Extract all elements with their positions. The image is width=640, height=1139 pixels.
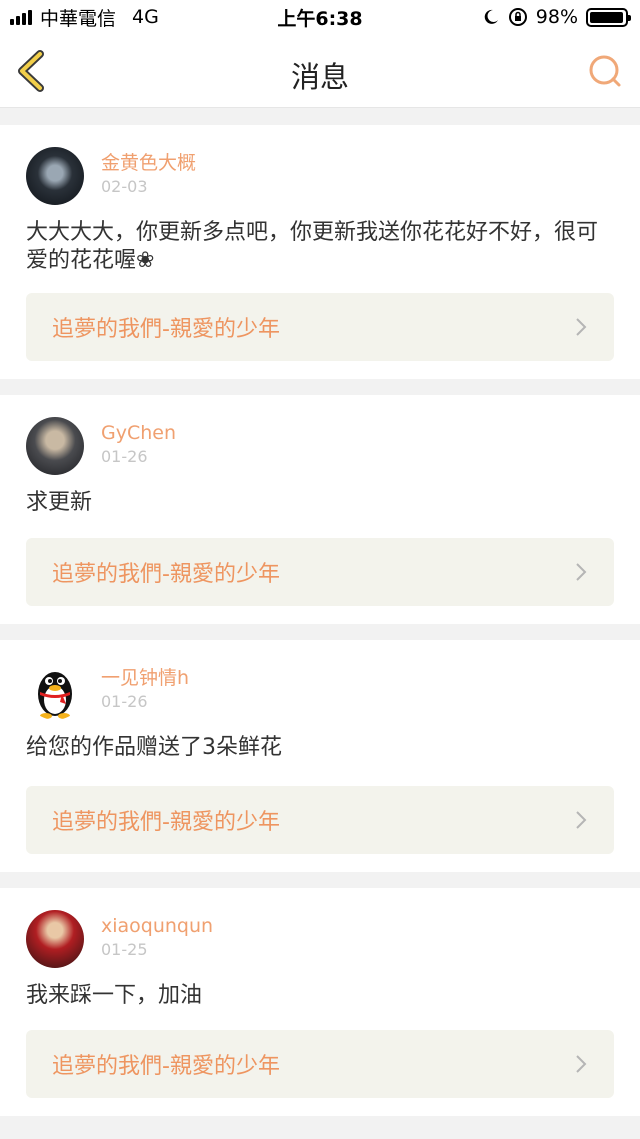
battery-percent: 98% xyxy=(535,6,578,28)
message-card: GyChen 01-26 求更新 追夢的我們-親愛的少年 xyxy=(0,395,640,624)
message-header: GyChen 01-26 xyxy=(26,417,614,475)
status-bar: 中華電信 4G 上午6:38 98% xyxy=(0,0,640,34)
network-label: 4G xyxy=(132,6,159,28)
signal-icon xyxy=(10,9,32,25)
search-icon xyxy=(589,55,621,87)
penguin-icon xyxy=(38,672,72,719)
avatar[interactable] xyxy=(26,662,84,720)
avatar[interactable] xyxy=(26,417,84,475)
battery-icon xyxy=(586,7,631,27)
avatar[interactable] xyxy=(26,910,84,968)
message-date: 01-26 xyxy=(101,692,148,711)
work-link[interactable]: 追夢的我們-親愛的少年 xyxy=(26,293,614,361)
message-text: 大大大大，你更新多点吧，你更新我送你花花好不好，很可爱的花花喔❀ xyxy=(26,220,599,273)
username[interactable]: 金黄色大概 xyxy=(101,151,196,175)
page-title: 消息 xyxy=(290,60,349,94)
avatar[interactable] xyxy=(26,147,84,205)
work-title: 追夢的我們-親愛的少年 xyxy=(52,1054,280,1079)
work-link[interactable]: 追夢的我們-親愛的少年 xyxy=(26,1030,614,1098)
work-link[interactable]: 追夢的我們-親愛的少年 xyxy=(26,538,614,606)
message-card: 一见钟情h 01-26 给您的作品赠送了3朵鲜花 追夢的我們-親愛的少年 xyxy=(0,640,640,872)
chevron-right-icon xyxy=(576,811,587,829)
moon-icon xyxy=(484,9,498,24)
chevron-right-icon xyxy=(576,1055,587,1073)
work-title: 追夢的我們-親愛的少年 xyxy=(52,317,280,342)
message-header: xiaoqunqun 01-25 xyxy=(26,910,614,968)
rotation-lock-icon xyxy=(508,8,527,26)
search-button[interactable] xyxy=(586,52,626,92)
message-text: 给您的作品赠送了3朵鲜花 xyxy=(26,735,282,760)
username[interactable]: GyChen xyxy=(101,421,176,445)
message-header: 金黄色大概 02-03 xyxy=(26,147,614,205)
message-header: 一见钟情h 01-26 xyxy=(26,662,614,720)
message-date: 01-25 xyxy=(101,940,148,959)
message-text: 我来踩一下，加油 xyxy=(26,983,203,1008)
username[interactable]: xiaoqunqun xyxy=(101,914,213,938)
username[interactable]: 一见钟情h xyxy=(101,666,189,690)
message-date: 01-26 xyxy=(101,447,148,466)
message-list: 金黄色大概 02-03 大大大大，你更新多点吧，你更新我送你花花好不好，很可爱的… xyxy=(0,125,640,1116)
message-card: 金黄色大概 02-03 大大大大，你更新多点吧，你更新我送你花花好不好，很可爱的… xyxy=(0,125,640,379)
work-title: 追夢的我們-親愛的少年 xyxy=(52,810,280,835)
message-text: 求更新 xyxy=(26,490,93,515)
battery-fill xyxy=(590,11,624,23)
chevron-right-icon xyxy=(576,318,587,336)
message-meta: 一见钟情h 01-26 xyxy=(101,662,189,712)
chevron-right-icon xyxy=(576,563,587,581)
work-link[interactable]: 追夢的我們-親愛的少年 xyxy=(26,786,614,854)
message-meta: 金黄色大概 02-03 xyxy=(101,147,196,197)
message-date: 02-03 xyxy=(101,177,148,196)
status-right: 98% xyxy=(482,6,631,28)
work-title: 追夢的我們-親愛的少年 xyxy=(52,562,280,587)
message-card: xiaoqunqun 01-25 我来踩一下，加油 追夢的我們-親愛的少年 xyxy=(0,888,640,1116)
message-meta: GyChen 01-26 xyxy=(101,417,176,467)
carrier-label: 中華電信 xyxy=(40,7,117,30)
nav-bar: 消息 xyxy=(0,34,640,108)
status-left: 中華電信 4G xyxy=(10,4,159,31)
message-meta: xiaoqunqun 01-25 xyxy=(101,910,213,960)
